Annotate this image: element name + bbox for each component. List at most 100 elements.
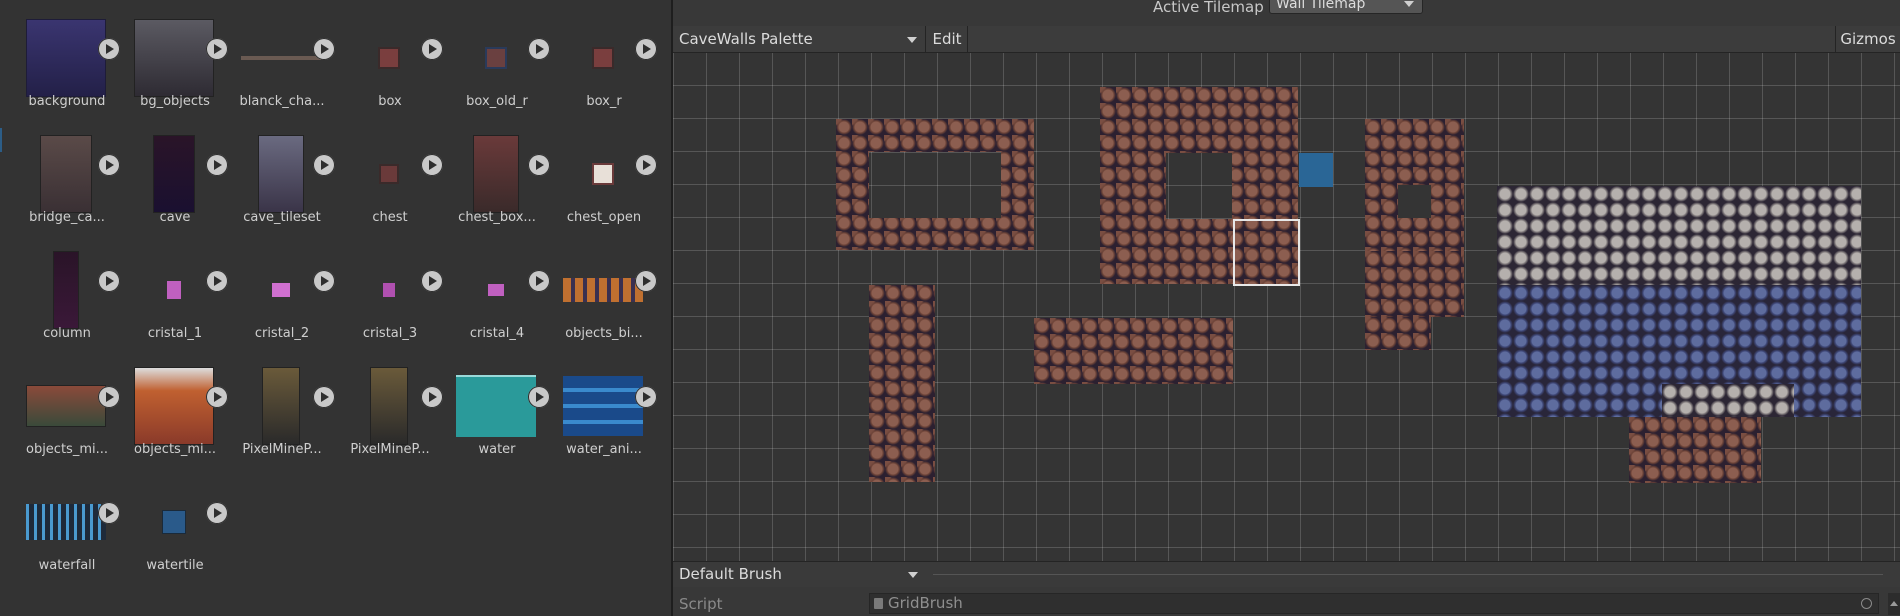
- asset-thumbnail[interactable]: [134, 252, 214, 328]
- asset-item[interactable]: objects_mi...: [14, 348, 120, 458]
- palette-dropdown[interactable]: CaveWalls Palette: [673, 26, 926, 52]
- asset-item[interactable]: PixelMineP...: [337, 348, 443, 458]
- asset-thumbnail[interactable]: [134, 484, 214, 560]
- asset-thumbnail[interactable]: [563, 252, 643, 328]
- play-icon[interactable]: [421, 38, 443, 60]
- grey-rock-tiles[interactable]: [1662, 384, 1794, 417]
- play-icon[interactable]: [635, 38, 657, 60]
- asset-item[interactable]: box_r: [551, 0, 657, 110]
- asset-item[interactable]: objects_mi...: [122, 348, 228, 458]
- play-icon[interactable]: [528, 154, 550, 176]
- play-icon[interactable]: [98, 270, 120, 292]
- asset-item[interactable]: PixelMineP...: [229, 348, 335, 458]
- empty-cell-area: [869, 152, 1001, 218]
- asset-item[interactable]: waterfall: [14, 464, 120, 574]
- asset-thumbnail[interactable]: [456, 368, 536, 444]
- object-picker-icon[interactable]: [1861, 598, 1872, 609]
- asset-thumbnail[interactable]: [349, 136, 429, 212]
- asset-thumbnail[interactable]: [26, 484, 106, 560]
- wall-bar-tile[interactable]: [1034, 318, 1233, 384]
- asset-thumbnail[interactable]: [456, 20, 536, 96]
- asset-item[interactable]: column: [14, 232, 120, 342]
- asset-thumbnail[interactable]: [241, 367, 321, 445]
- play-icon[interactable]: [635, 270, 657, 292]
- asset-item[interactable]: chest: [337, 116, 443, 226]
- asset-thumbnail[interactable]: [241, 20, 321, 96]
- asset-item[interactable]: cristal_4: [444, 232, 550, 342]
- play-icon[interactable]: [206, 154, 228, 176]
- grey-rock-tiles[interactable]: [1497, 186, 1861, 285]
- asset-item[interactable]: cave_tileset: [229, 116, 335, 226]
- asset-thumbnail[interactable]: [563, 136, 643, 212]
- tile-palette-grid[interactable]: [673, 53, 1900, 561]
- asset-thumbnail[interactable]: [26, 251, 106, 329]
- asset-item[interactable]: water: [444, 348, 550, 458]
- play-icon[interactable]: [98, 502, 120, 524]
- scroll-up-arrow[interactable]: [1888, 593, 1900, 615]
- play-icon[interactable]: [206, 502, 228, 524]
- asset-item[interactable]: water_ani...: [551, 348, 657, 458]
- asset-thumbnail[interactable]: [26, 368, 106, 444]
- asset-thumbnail[interactable]: [26, 19, 106, 97]
- asset-thumbnail[interactable]: [563, 20, 643, 96]
- asset-item[interactable]: cristal_1: [122, 232, 228, 342]
- play-icon[interactable]: [421, 270, 443, 292]
- play-icon[interactable]: [635, 386, 657, 408]
- asset-thumbnail[interactable]: [26, 135, 106, 213]
- play-icon[interactable]: [313, 154, 335, 176]
- gizmos-button[interactable]: Gizmos: [1835, 26, 1900, 52]
- asset-thumbnail[interactable]: [456, 252, 536, 328]
- play-icon[interactable]: [206, 386, 228, 408]
- play-icon[interactable]: [421, 154, 443, 176]
- play-icon[interactable]: [528, 38, 550, 60]
- play-icon[interactable]: [313, 270, 335, 292]
- active-tilemap-dropdown[interactable]: Wall Tilemap: [1269, 0, 1423, 14]
- play-icon[interactable]: [98, 386, 120, 408]
- asset-item[interactable]: cristal_3: [337, 232, 443, 342]
- asset-thumbnail[interactable]: [241, 135, 321, 213]
- play-icon[interactable]: [635, 154, 657, 176]
- wall-column-tile[interactable]: [869, 285, 935, 482]
- play-icon[interactable]: [206, 38, 228, 60]
- asset-item[interactable]: cristal_2: [229, 232, 335, 342]
- asset-thumbnail[interactable]: [134, 135, 214, 213]
- play-icon[interactable]: [313, 38, 335, 60]
- brush-dropdown[interactable]: Default Brush: [673, 562, 926, 587]
- asset-item[interactable]: cave: [122, 116, 228, 226]
- play-icon[interactable]: [528, 270, 550, 292]
- asset-thumbnail[interactable]: [563, 368, 643, 444]
- asset-thumbnail[interactable]: [241, 252, 321, 328]
- asset-item[interactable]: watertile: [122, 464, 228, 574]
- asset-item[interactable]: box: [337, 0, 443, 110]
- play-icon[interactable]: [98, 154, 120, 176]
- play-icon[interactable]: [206, 270, 228, 292]
- asset-thumbnail[interactable]: [349, 252, 429, 328]
- sprite-preview: [272, 283, 290, 297]
- wall-piece-tile[interactable]: [1365, 251, 1464, 317]
- asset-label: cristal_2: [254, 326, 310, 341]
- asset-item[interactable]: bg_objects: [122, 0, 228, 110]
- play-icon[interactable]: [528, 386, 550, 408]
- asset-thumbnail[interactable]: [134, 19, 214, 97]
- asset-thumbnail[interactable]: [456, 135, 536, 213]
- asset-thumbnail[interactable]: [349, 20, 429, 96]
- asset-item[interactable]: objects_bi...: [551, 232, 657, 342]
- asset-item[interactable]: chest_open: [551, 116, 657, 226]
- script-field[interactable]: GridBrush: [869, 593, 1879, 614]
- play-icon[interactable]: [313, 386, 335, 408]
- asset-item[interactable]: background: [14, 0, 120, 110]
- asset-label: cristal_1: [147, 326, 203, 341]
- asset-thumbnail[interactable]: [134, 367, 214, 445]
- asset-item[interactable]: chest_box...: [444, 116, 550, 226]
- edit-button[interactable]: Edit: [927, 26, 968, 52]
- tile-highlight[interactable]: [1299, 153, 1333, 187]
- play-icon[interactable]: [98, 38, 120, 60]
- selection-box[interactable]: [1233, 219, 1300, 286]
- asset-thumbnail[interactable]: [349, 367, 429, 445]
- brown-rock-tiles[interactable]: [1629, 417, 1761, 483]
- asset-item[interactable]: bridge_ca...: [14, 116, 120, 226]
- asset-item[interactable]: box_old_r: [444, 0, 550, 110]
- asset-item[interactable]: blanck_cha...: [229, 0, 335, 110]
- play-icon[interactable]: [421, 386, 443, 408]
- wall-piece-tile[interactable]: [1365, 317, 1431, 350]
